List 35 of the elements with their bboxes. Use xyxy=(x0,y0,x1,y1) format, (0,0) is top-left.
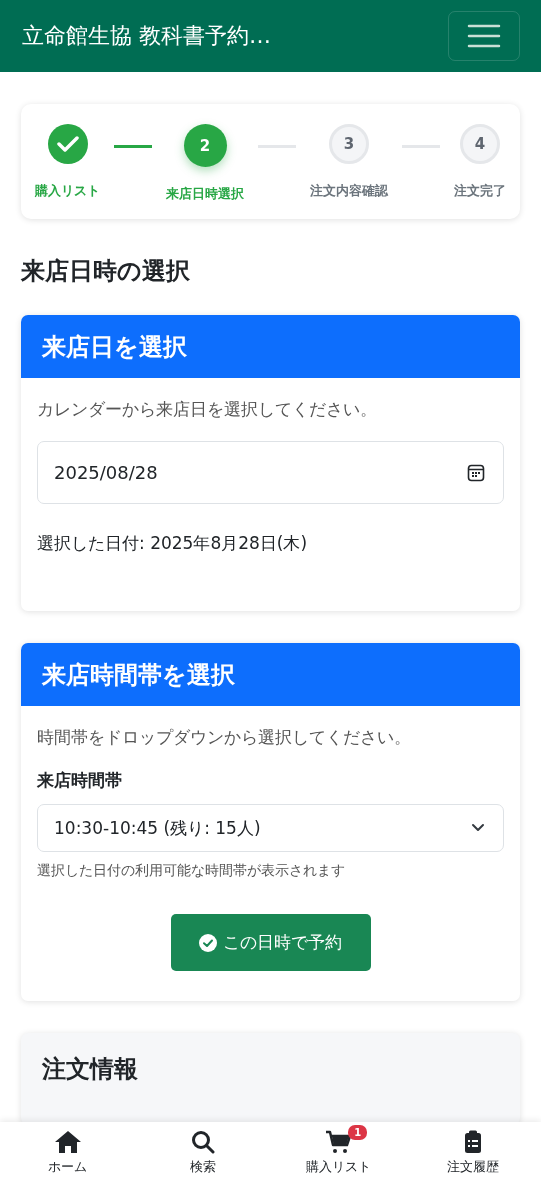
instruction-text: カレンダーから来店日を選択してください。 xyxy=(37,398,378,421)
chevron-down-icon xyxy=(471,823,485,833)
check-icon xyxy=(56,135,79,153)
app-title: 立命館生協 教科書予約… xyxy=(22,22,271,50)
selected-date-text: 選択した日付: 2025年8月28日(木) xyxy=(37,532,309,555)
reserve-button[interactable]: この日時で予約 xyxy=(170,914,371,971)
nav-item[interactable]: 注文履歴 xyxy=(418,1122,529,1200)
home-icon xyxy=(53,1130,82,1154)
step-indicator: 2 xyxy=(183,124,227,167)
cart-count-badge: 1 xyxy=(348,1125,368,1140)
step-label: 購入リスト xyxy=(35,182,100,200)
step-label: 来店日時選択 xyxy=(166,185,244,203)
nav-item[interactable]: ホーム xyxy=(12,1122,123,1200)
step-label: 注文内容確認 xyxy=(310,182,388,200)
check-circle-icon xyxy=(199,933,217,952)
cart-icon xyxy=(325,1130,352,1154)
page-title: 来店日時の選択 xyxy=(21,256,191,287)
time-select[interactable]: 10:30-10:45 (残り: 15人) xyxy=(37,804,504,852)
step-indicator: 4 xyxy=(460,124,500,164)
step-label: 注文完了 xyxy=(454,182,506,200)
card-title: 注文情報 xyxy=(42,1054,139,1085)
menu-button[interactable] xyxy=(448,11,520,61)
date-field[interactable]: 2025/08/28 xyxy=(37,441,504,504)
search-icon xyxy=(190,1130,215,1154)
calendar-icon xyxy=(467,463,485,482)
menu-icon xyxy=(467,23,501,49)
nav-item[interactable]: 1 購入リスト xyxy=(283,1122,394,1200)
help-text: 選択した日付の利用可能な時間帯が表示されます xyxy=(37,862,346,880)
clipboard-icon xyxy=(464,1130,483,1154)
instruction-text: 時間帯をドロップダウンから選択してください。 xyxy=(37,726,412,749)
card-title: 来店時間帯を選択 xyxy=(42,659,235,691)
step-indicator: 3 xyxy=(329,124,369,164)
card-title: 来店日を選択 xyxy=(42,331,187,363)
nav-item[interactable]: 検索 xyxy=(147,1122,258,1200)
field-label: 来店時間帯 xyxy=(37,769,123,792)
